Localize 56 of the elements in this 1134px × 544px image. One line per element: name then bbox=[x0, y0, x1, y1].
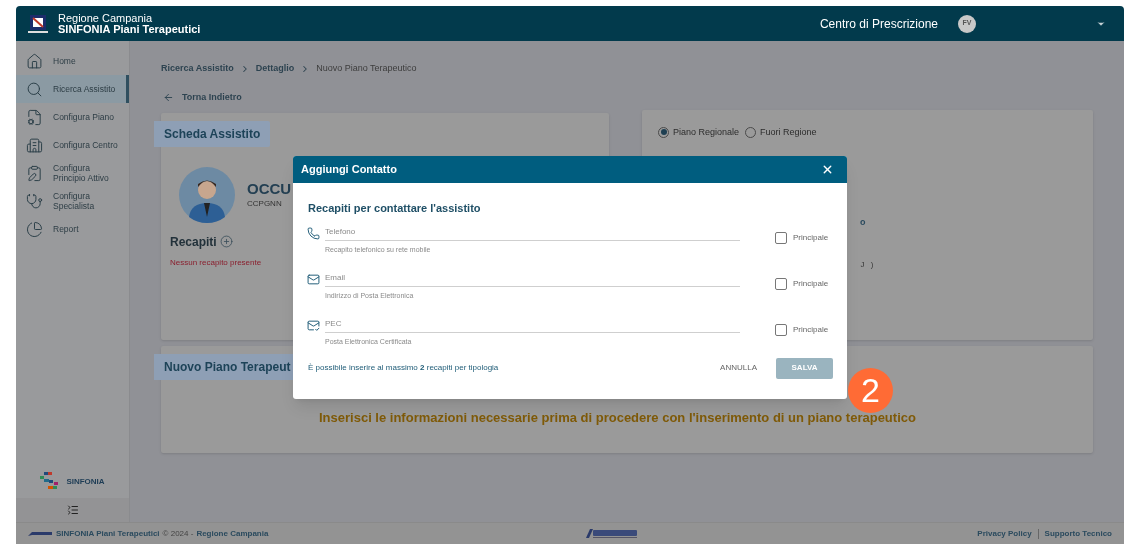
mail-icon bbox=[307, 272, 320, 286]
checkbox[interactable] bbox=[775, 231, 787, 244]
checkbox[interactable] bbox=[775, 323, 787, 336]
contacts-heading: Recapiti bbox=[170, 233, 217, 251]
sidebar-item[interactable]: Home bbox=[16, 47, 129, 75]
checkbox[interactable] bbox=[775, 277, 787, 290]
empty-contacts-message: Nessun recapito presente bbox=[170, 256, 263, 269]
checkbox-label: Principale bbox=[793, 323, 829, 336]
clipboard-pen-icon bbox=[26, 164, 43, 182]
radio-option[interactable]: Piano Regionale bbox=[658, 125, 740, 139]
close-icon[interactable] bbox=[821, 163, 834, 176]
partial-text: J ) bbox=[860, 260, 876, 270]
sidebar-item[interactable]: Ricerca Assistito bbox=[16, 75, 129, 103]
limit-note: È possibile inserire al massimo 2 recapiti per tipologia bbox=[308, 362, 499, 374]
sidebar-item[interactable]: Configura Centro bbox=[16, 131, 129, 159]
contact-input[interactable]: Email bbox=[325, 271, 740, 287]
phone-icon bbox=[307, 226, 320, 240]
footer-link[interactable]: Supporto Tecnico bbox=[1044, 527, 1112, 540]
footer-region-link[interactable]: Regione Campania bbox=[196, 527, 269, 540]
patient-name: OCCU bbox=[247, 179, 292, 198]
partial-text: o bbox=[860, 217, 867, 227]
building-icon bbox=[26, 136, 43, 154]
checkbox-label: Principale bbox=[793, 231, 829, 244]
region-crest-icon bbox=[28, 13, 48, 34]
app-title: Regione Campania bbox=[58, 12, 154, 24]
breadcrumb-link[interactable]: Ricerca Assistito bbox=[161, 62, 234, 76]
sidebar-item[interactable]: Configura Specialista bbox=[16, 187, 129, 215]
dialog-subtitle: Recapiti per contattare l'assistito bbox=[308, 201, 482, 216]
contact-input[interactable]: Telefono bbox=[325, 225, 740, 241]
document-gear-icon bbox=[26, 108, 43, 126]
footer-app-name: SINFONIA Piani Terapeutici bbox=[56, 527, 160, 540]
dialog-title: Aggiungi Contatto bbox=[301, 162, 397, 178]
pie-chart-icon bbox=[26, 220, 43, 238]
footer-link[interactable]: Privacy Policy bbox=[977, 527, 1032, 540]
role-label: Centro di Prescrizione bbox=[819, 15, 938, 33]
sidebar-item[interactable]: Configura Principio Attivo bbox=[16, 159, 129, 187]
company-logo-icon bbox=[28, 530, 52, 537]
arrow-left-icon bbox=[163, 92, 174, 104]
breadcrumb-link[interactable]: Dettaglio bbox=[255, 62, 295, 76]
brand-name: SINFONIA bbox=[66, 476, 105, 488]
sidebar-item[interactable]: Configura Piano bbox=[16, 103, 129, 131]
home-icon bbox=[26, 52, 43, 70]
back-link[interactable]: Torna Indietro bbox=[163, 91, 242, 105]
footer-copyright: © 2024 - bbox=[162, 527, 194, 540]
contact-input[interactable]: PEC bbox=[325, 317, 740, 333]
cancel-button[interactable]: ANNULLA bbox=[720, 362, 757, 374]
app-title: SINFONIA Piani Terapeutici bbox=[58, 23, 201, 35]
radio-option[interactable]: Fuori Regione bbox=[745, 125, 817, 139]
sidebar-item[interactable]: Report bbox=[16, 215, 129, 243]
checkbox-label: Principale bbox=[793, 277, 829, 290]
stethoscope-icon bbox=[26, 192, 43, 210]
patient-code: CCPGNN bbox=[247, 197, 283, 210]
add-contact-icon[interactable] bbox=[219, 235, 233, 248]
mail-check-icon bbox=[307, 318, 320, 332]
search-icon bbox=[26, 80, 43, 98]
collapse-menu-icon[interactable] bbox=[66, 504, 79, 516]
